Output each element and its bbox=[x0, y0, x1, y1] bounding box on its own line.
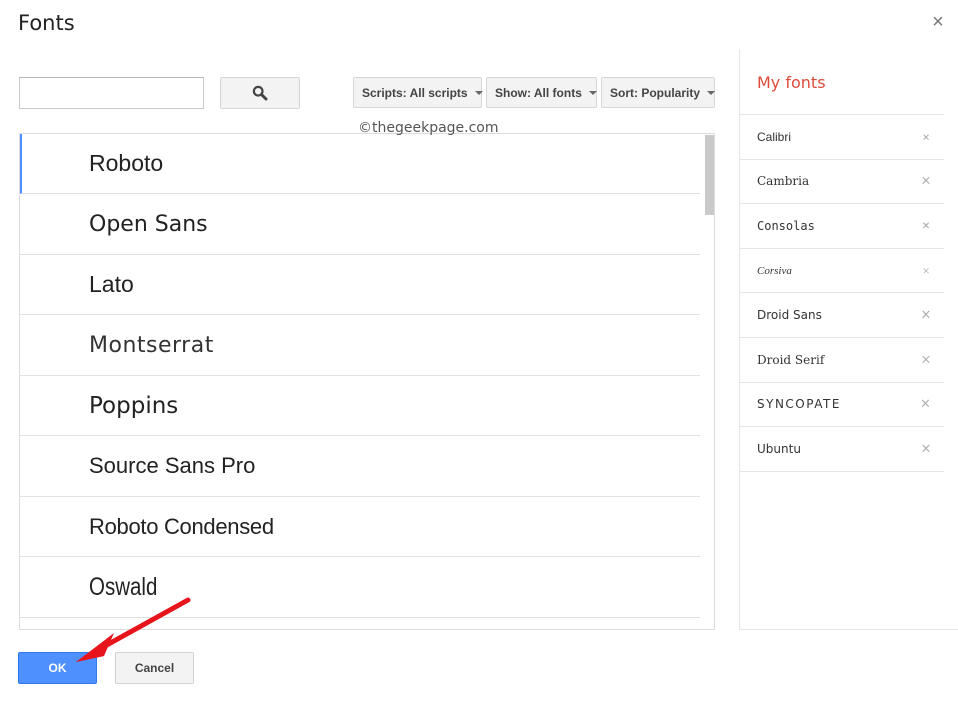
remove-icon[interactable]: × bbox=[920, 129, 932, 144]
scripts-filter-dropdown[interactable]: Scripts: All scripts bbox=[353, 77, 482, 108]
my-font-label: SYNCOPATE bbox=[757, 397, 841, 411]
cancel-button[interactable]: Cancel bbox=[115, 652, 194, 684]
my-fonts-title: My fonts bbox=[757, 73, 826, 92]
dialog-title: Fonts bbox=[18, 11, 75, 35]
my-font-item[interactable]: Corsiva × bbox=[740, 249, 944, 294]
my-font-label: Consolas bbox=[757, 219, 815, 233]
font-list-item[interactable]: Open Sans bbox=[20, 195, 700, 255]
ok-button[interactable]: OK bbox=[18, 652, 97, 684]
font-list-item[interactable]: Oswald bbox=[20, 558, 700, 618]
my-font-label: Droid Sans bbox=[757, 308, 822, 322]
search-icon bbox=[252, 85, 268, 101]
remove-icon[interactable]: × bbox=[920, 397, 932, 412]
my-font-item[interactable]: Calibri × bbox=[740, 115, 944, 160]
remove-icon[interactable]: × bbox=[920, 441, 932, 456]
caret-down-icon bbox=[707, 91, 715, 95]
show-filter-label: Show: All fonts bbox=[495, 86, 582, 100]
my-font-item[interactable]: Consolas × bbox=[740, 204, 944, 249]
my-font-item[interactable]: Ubuntu × bbox=[740, 427, 944, 472]
remove-icon[interactable]: × bbox=[920, 218, 932, 233]
font-list: Roboto Open Sans Lato Montserrat Poppins… bbox=[19, 133, 715, 630]
my-font-label: Calibri bbox=[757, 130, 791, 144]
remove-icon[interactable]: × bbox=[920, 174, 932, 189]
caret-down-icon bbox=[589, 91, 597, 95]
search-input[interactable] bbox=[19, 77, 204, 109]
sort-label: Sort: Popularity bbox=[610, 86, 700, 100]
scrollbar-thumb[interactable] bbox=[705, 135, 714, 215]
my-fonts-list: Calibri × Cambria × Consolas × Corsiva ×… bbox=[740, 114, 944, 472]
font-list-item[interactable]: Lato bbox=[20, 255, 700, 315]
my-font-item[interactable]: Cambria × bbox=[740, 160, 944, 205]
sort-dropdown[interactable]: Sort: Popularity bbox=[601, 77, 715, 108]
font-list-item[interactable]: Montserrat bbox=[20, 316, 700, 376]
search-button[interactable] bbox=[220, 77, 300, 109]
my-font-label: Cambria bbox=[757, 174, 809, 188]
show-filter-dropdown[interactable]: Show: All fonts bbox=[486, 77, 597, 108]
remove-icon[interactable]: × bbox=[920, 263, 932, 279]
my-font-label: Droid Serif bbox=[757, 353, 824, 367]
font-list-item[interactable]: Roboto Condensed bbox=[20, 497, 700, 557]
my-font-label: Corsiva bbox=[757, 265, 792, 277]
font-list-item[interactable]: Roboto bbox=[20, 134, 700, 194]
my-font-item[interactable]: Droid Serif × bbox=[740, 338, 944, 383]
watermark: ©thegeekpage.com bbox=[358, 120, 499, 136]
my-font-label: Ubuntu bbox=[757, 442, 801, 456]
my-fonts-panel: My fonts Calibri × Cambria × Consolas × … bbox=[739, 49, 958, 630]
caret-down-icon bbox=[475, 91, 483, 95]
font-list-item[interactable]: Source Sans Pro bbox=[20, 437, 700, 497]
close-icon[interactable]: × bbox=[929, 13, 947, 31]
my-font-item[interactable]: Droid Sans × bbox=[740, 293, 944, 338]
remove-icon[interactable]: × bbox=[920, 352, 932, 367]
scripts-filter-label: Scripts: All scripts bbox=[362, 86, 468, 100]
remove-icon[interactable]: × bbox=[920, 308, 932, 323]
my-font-item[interactable]: SYNCOPATE × bbox=[740, 383, 944, 428]
font-list-item[interactable]: Poppins bbox=[20, 376, 700, 436]
